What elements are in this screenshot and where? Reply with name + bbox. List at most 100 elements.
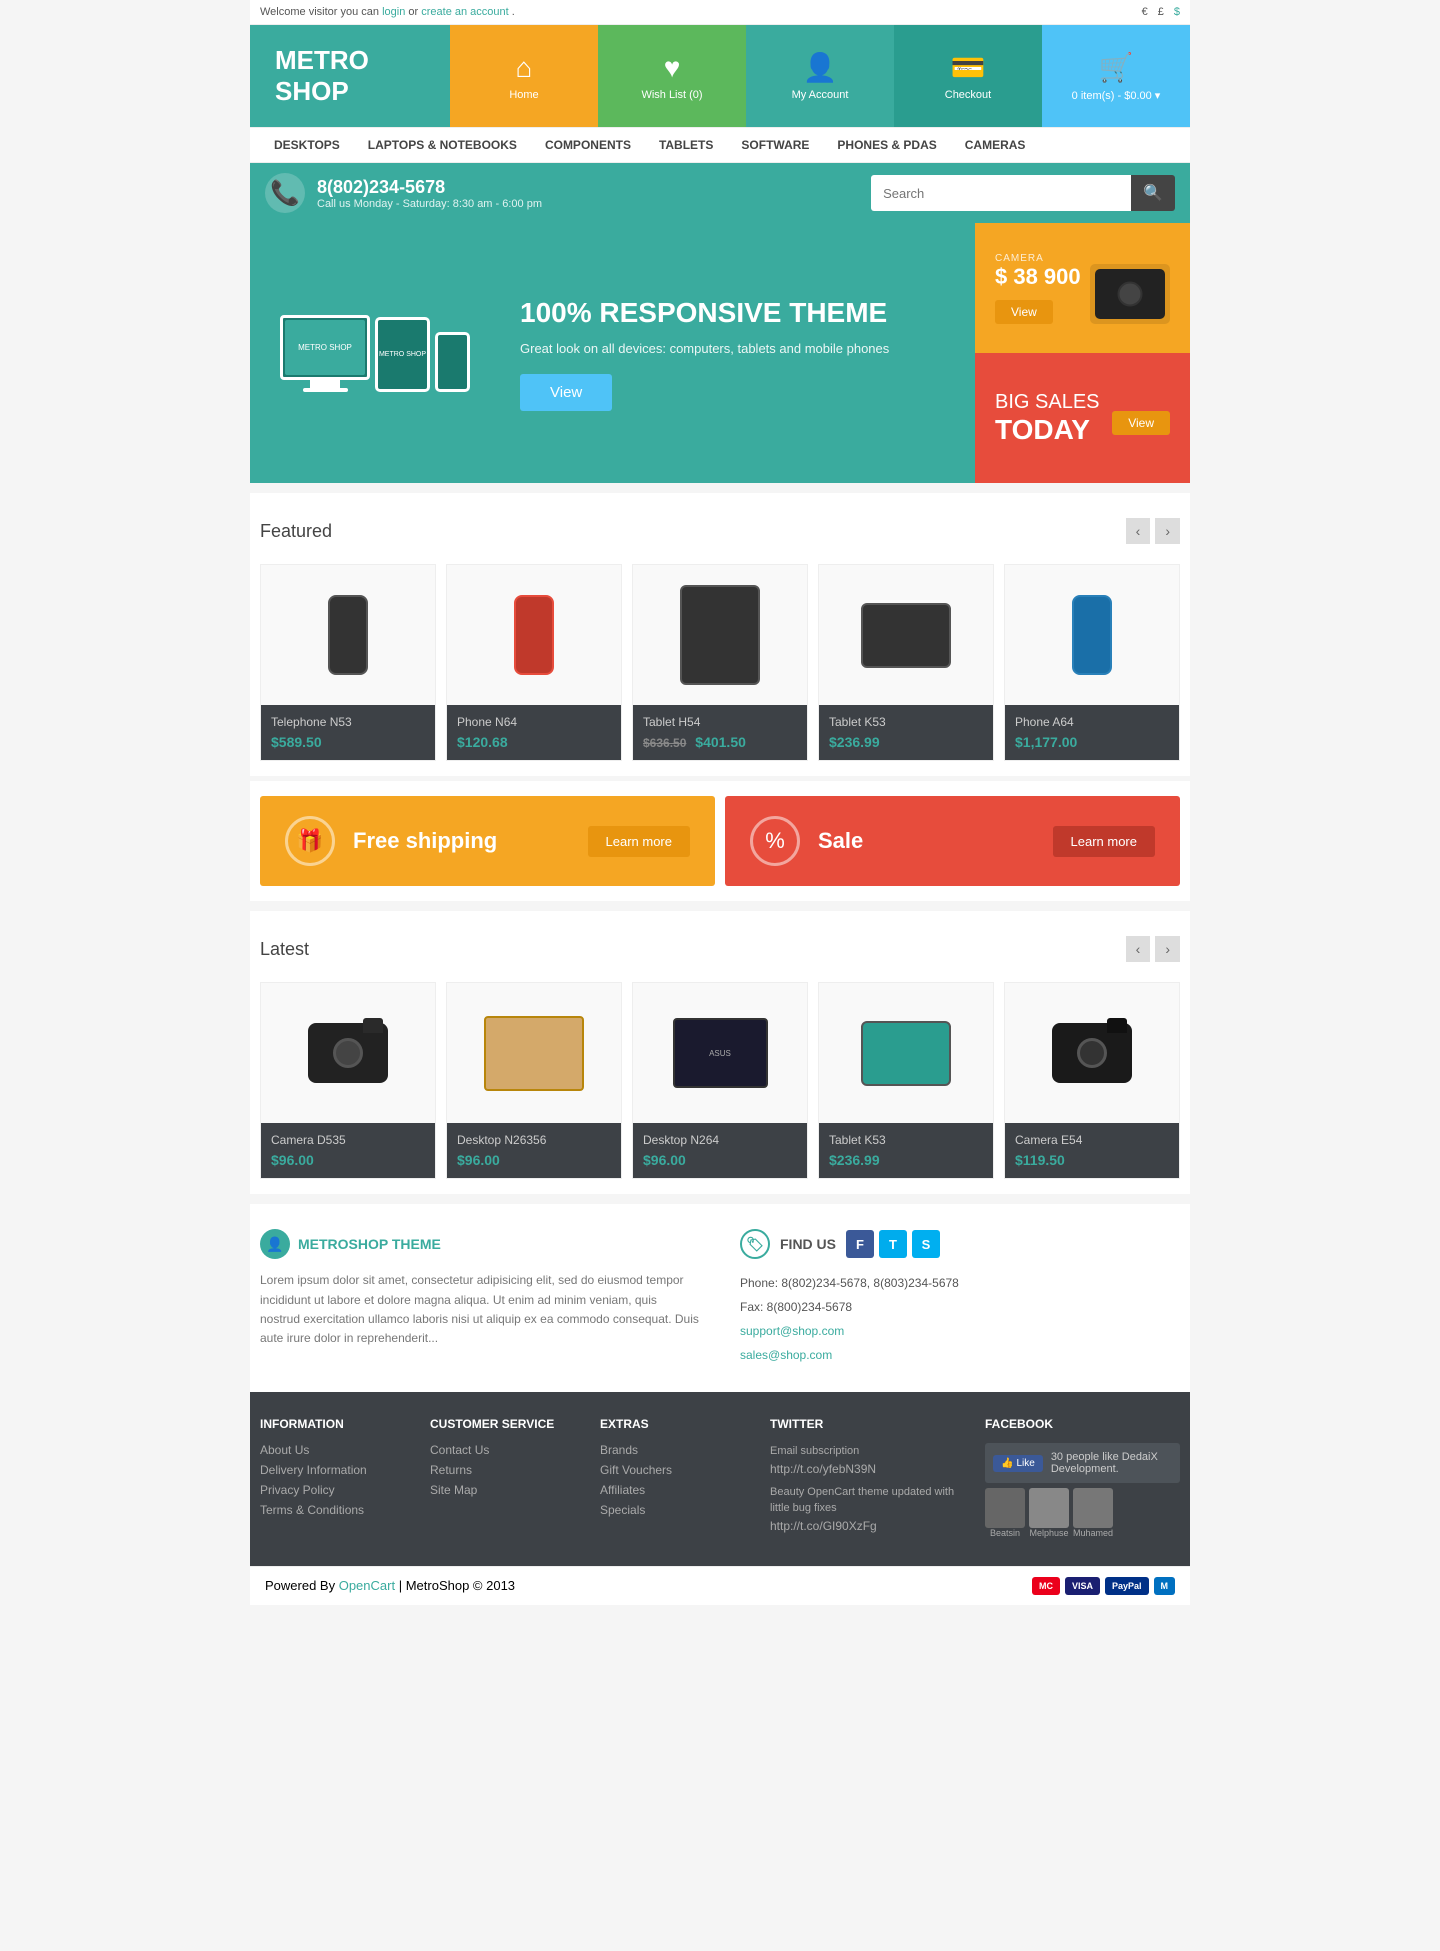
gift-vouchers-link[interactable]: Gift Vouchers — [600, 1463, 750, 1477]
hero-headline: 100% RESPONSIVE THEME — [520, 296, 889, 330]
search-input[interactable] — [871, 175, 1131, 211]
delivery-link[interactable]: Delivery Information — [260, 1463, 410, 1477]
contact-us-link[interactable]: Contact Us — [430, 1443, 580, 1457]
latest-next-button[interactable]: › — [1155, 936, 1180, 962]
product-name-1: Telephone N53 — [271, 715, 425, 729]
currency-euro[interactable]: € — [1142, 6, 1148, 18]
payment-icons: MC VISA PayPal M — [1032, 1577, 1175, 1595]
tablet-shape-3 — [861, 1021, 951, 1086]
currency-pound[interactable]: £ — [1158, 6, 1164, 18]
latest-product-1: Camera D535 $96.00 — [260, 982, 436, 1179]
nav-cart[interactable]: 🛒 0 item(s) - $0.00 ▾ — [1042, 25, 1190, 127]
returns-link[interactable]: Returns — [430, 1463, 580, 1477]
featured-next-button[interactable]: › — [1155, 518, 1180, 544]
nav-account[interactable]: 👤 My Account — [746, 25, 894, 127]
thumbs-up-icon: 👍 — [1001, 1458, 1013, 1469]
nav-home[interactable]: ⌂ Home — [450, 25, 598, 127]
featured-product-1: Telephone N53 $589.50 — [260, 564, 436, 761]
twitter-link2[interactable]: http://t.co/GI90XzFg — [770, 1517, 965, 1535]
twitter-link1[interactable]: http://t.co/yfebN39N — [770, 1460, 965, 1478]
product-price-3: $636.50 $401.50 — [643, 734, 797, 750]
hero-section: METRO SHOP METRO SHOP 100% RESPONSIVE TH… — [250, 223, 1190, 483]
hero-devices-img: METRO SHOP METRO SHOP — [280, 315, 500, 392]
camera-shape-2 — [1052, 1023, 1132, 1083]
about-us-link[interactable]: About Us — [260, 1443, 410, 1457]
affiliates-link[interactable]: Affiliates — [600, 1483, 750, 1497]
latest-prev-button[interactable]: ‹ — [1126, 936, 1151, 962]
login-link[interactable]: login — [382, 6, 405, 18]
nav-checkout[interactable]: 💳 Checkout — [894, 25, 1042, 127]
extras-title: EXTRAS — [600, 1417, 750, 1431]
sale-learn-more-button[interactable]: Learn more — [1053, 826, 1155, 857]
header-navigation: ⌂ Home ♥ Wish List (0) 👤 My Account 💳 Ch… — [450, 25, 1190, 127]
cart-icon: 🛒 — [1099, 51, 1134, 84]
brand-info: 👤 METROSHOP THEME Lorem ipsum dolor sit … — [260, 1229, 700, 1367]
promo-banners: 🎁 Free shipping Learn more % Sale Learn … — [250, 781, 1190, 901]
site-map-link[interactable]: Site Map — [430, 1483, 580, 1497]
product-image-5 — [1005, 565, 1179, 705]
product-name-4: Tablet K53 — [829, 715, 983, 729]
specials-link[interactable]: Specials — [600, 1503, 750, 1517]
nav-wishlist[interactable]: ♥ Wish List (0) — [598, 25, 746, 127]
facebook-avatars: Beatsin Melphuse Muhamed — [985, 1488, 1180, 1538]
logo[interactable]: METRO SHOP — [250, 25, 450, 127]
product-name-5: Phone A64 — [1015, 715, 1169, 729]
account-icon: 👤 — [803, 51, 838, 84]
currency-dollar[interactable]: $ — [1174, 6, 1180, 18]
privacy-link[interactable]: Privacy Policy — [260, 1483, 410, 1497]
free-shipping-banner: 🎁 Free shipping Learn more — [260, 796, 715, 886]
camera-shape-1 — [308, 1023, 388, 1083]
information-title: INFORMATION — [260, 1417, 410, 1431]
shipping-icon: 🎁 — [285, 816, 335, 866]
facebook-icon[interactable]: f — [846, 1230, 874, 1258]
nav-phones[interactable]: PHONES & PDAS — [823, 128, 950, 162]
nav-laptops[interactable]: LAPTOPS & NOTEBOOKS — [354, 128, 531, 162]
hero-side-panels: CAMERA $ 38 900 View BIG SALES TODAY — [975, 223, 1190, 483]
nav-cameras[interactable]: CAMERAS — [951, 128, 1040, 162]
heart-icon: ♥ — [664, 52, 681, 84]
featured-prev-button[interactable]: ‹ — [1126, 518, 1151, 544]
hero-view-button[interactable]: View — [520, 374, 612, 411]
nav-desktops[interactable]: DESKTOPS — [260, 128, 354, 162]
brand-description: Lorem ipsum dolor sit amet, consectetur … — [260, 1271, 700, 1348]
featured-product-grid: Telephone N53 $589.50 Phone N64 $120.68 … — [260, 564, 1180, 761]
fb-avatar-2 — [1029, 1488, 1069, 1528]
latest-info-1: Camera D535 $96.00 — [261, 1123, 435, 1178]
latest-image-3: ASUS — [633, 983, 807, 1123]
top-bar: Welcome visitor you can login or create … — [250, 0, 1190, 25]
copyright-text: MetroShop © 2013 — [406, 1578, 515, 1593]
shipping-text: Free shipping — [353, 828, 570, 854]
nav-components[interactable]: COMPONENTS — [531, 128, 645, 162]
shipping-learn-more-button[interactable]: Learn more — [588, 826, 690, 857]
featured-section: Featured ‹ › Telephone N53 $589.50 Phone… — [250, 493, 1190, 776]
phone-icon: 📞 — [265, 173, 305, 213]
register-link[interactable]: create an account — [421, 6, 508, 18]
terms-link[interactable]: Terms & Conditions — [260, 1503, 410, 1517]
brand-title: 👤 METROSHOP THEME — [260, 1229, 700, 1259]
brands-link[interactable]: Brands — [600, 1443, 750, 1457]
nav-software[interactable]: SOFTWARE — [727, 128, 823, 162]
camera-view-button[interactable]: View — [995, 300, 1053, 324]
social-icons: f t s — [846, 1230, 940, 1258]
latest-image-2 — [447, 983, 621, 1123]
email2-link[interactable]: sales@shop.com — [740, 1343, 1180, 1367]
home-icon: ⌂ — [516, 52, 533, 84]
sale-view-button[interactable]: View — [1112, 411, 1170, 435]
skype-icon[interactable]: s — [912, 1230, 940, 1258]
latest-header: Latest ‹ › — [260, 936, 1180, 962]
opencart-link[interactable]: OpenCart — [339, 1578, 395, 1593]
contact-info: Phone: 8(802)234-5678, 8(803)234-5678 Fa… — [740, 1271, 1180, 1367]
card-icon: 💳 — [951, 51, 986, 84]
search-button[interactable]: 🔍 — [1131, 175, 1175, 211]
footer-info-section: 👤 METROSHOP THEME Lorem ipsum dolor sit … — [250, 1204, 1190, 1392]
latest-name-1: Camera D535 — [271, 1133, 425, 1147]
footer-facebook: FACEBOOK 👍 Like 30 people like DedaiX De… — [985, 1417, 1180, 1541]
facebook-like-button[interactable]: 👍 Like — [993, 1455, 1043, 1472]
latest-image-1 — [261, 983, 435, 1123]
latest-name-5: Camera E54 — [1015, 1133, 1169, 1147]
nav-tablets[interactable]: TABLETS — [645, 128, 727, 162]
latest-price-4: $236.99 — [829, 1152, 983, 1168]
email1-link[interactable]: support@shop.com — [740, 1319, 1180, 1343]
twitter-icon[interactable]: t — [879, 1230, 907, 1258]
product-name-3: Tablet H54 — [643, 715, 797, 729]
